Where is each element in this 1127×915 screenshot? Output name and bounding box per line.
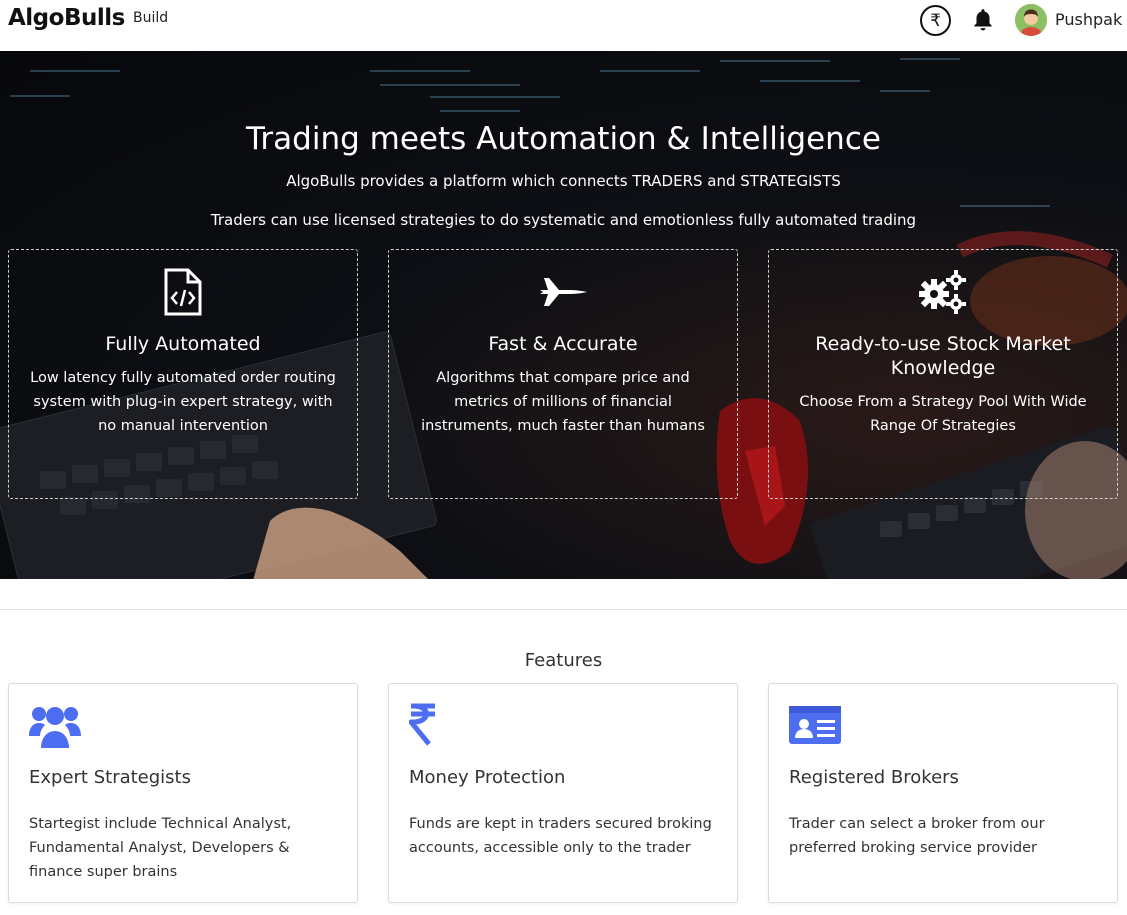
hero-banner: Trading meets Automation & Intelligence … — [0, 51, 1127, 579]
hero-card-description: Algorithms that compare price and metric… — [421, 370, 705, 434]
bell-icon[interactable] — [970, 7, 996, 33]
hero-card-fully-automated: Fully Automated Low latency fully automa… — [8, 249, 358, 499]
hero-card-fast-accurate: Fast & Accurate Algorithms that compare … — [388, 249, 738, 499]
feature-card-title: Money Protection — [409, 767, 566, 788]
nav-link-build[interactable]: Build — [133, 10, 168, 26]
rupee-icon[interactable]: ₹ — [920, 5, 951, 36]
user-name[interactable]: Pushpak — [1055, 10, 1122, 29]
feature-card-expert-strategists: Expert Strategists Startegist include Te… — [8, 683, 358, 903]
section-divider — [0, 609, 1127, 610]
id-card-icon — [789, 706, 841, 744]
feature-card-description: Funds are kept in traders secured brokin… — [409, 816, 712, 856]
hero-card-description: Choose From a Strategy Pool With Wide Ra… — [799, 394, 1087, 434]
features-heading: Features — [524, 650, 603, 671]
feature-card-money-protection: Money Protection Funds are kept in trade… — [388, 683, 738, 903]
hero-card-description: Low latency fully automated order routin… — [30, 370, 336, 434]
code-file-icon — [164, 268, 202, 316]
feature-card-title: Expert Strategists — [29, 767, 191, 788]
brand-logo[interactable]: AlgoBulls — [8, 5, 125, 31]
feature-card-registered-brokers: Registered Brokers Trader can select a b… — [768, 683, 1118, 903]
hero-card-title: Ready-to-use Stock Market Knowledge — [815, 333, 1071, 379]
users-icon — [29, 707, 81, 748]
hero-subtitle: AlgoBulls provides a platform which conn… — [286, 172, 841, 190]
fighter-jet-icon — [540, 278, 587, 306]
hero-card-title: Fully Automated — [105, 333, 261, 355]
feature-card-description: Trader can select a broker from our pref… — [789, 816, 1045, 856]
rupee-icon — [409, 703, 435, 746]
top-navbar: AlgoBulls Build ₹ Pushpak — [0, 0, 1127, 51]
hero-subtitle-secondary: Traders can use licensed strategies to d… — [210, 211, 917, 229]
rupee-symbol: ₹ — [930, 10, 941, 31]
hero-card-title: Fast & Accurate — [488, 333, 638, 355]
avatar[interactable] — [1015, 4, 1047, 36]
hero-card-stock-knowledge: Ready-to-use Stock Market Knowledge Choo… — [768, 249, 1118, 499]
gears-icon — [919, 270, 966, 314]
feature-card-title: Registered Brokers — [789, 767, 959, 788]
hero-title: Trading meets Automation & Intelligence — [246, 121, 881, 157]
feature-card-description: Startegist include Technical Analyst, Fu… — [29, 816, 292, 880]
